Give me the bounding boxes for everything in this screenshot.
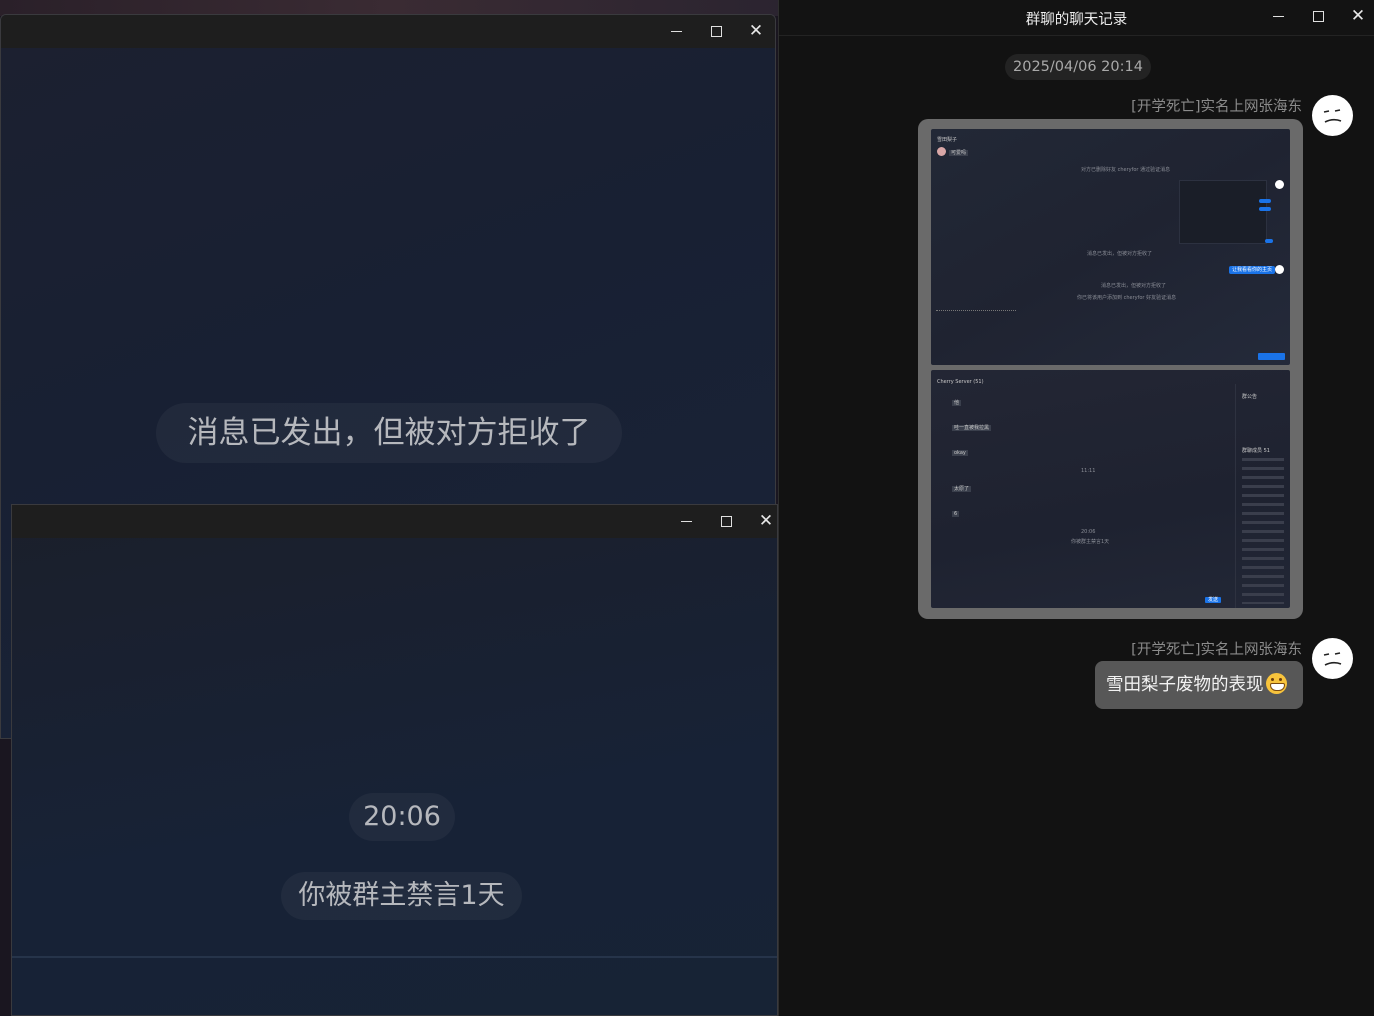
meh-face-icon — [1323, 652, 1342, 666]
thumb-send-button — [1258, 353, 1285, 360]
thumb-outgoing-bubble: 让我看看你的主页 — [1229, 266, 1276, 274]
mute-notice: 你被群主禁言1天 — [281, 872, 522, 920]
minimize-button[interactable] — [656, 15, 696, 48]
image-message[interactable]: 雪田梨子 可爱吗 对方已删除好友 cheryfor 通过验证消息 消息已发出，但… — [918, 119, 1303, 619]
thumb-notice: 你已将该用户添加到 cheryfor 好友验证消息 — [1077, 295, 1177, 301]
thumb-bubble — [1259, 199, 1271, 203]
minimize-icon — [1272, 16, 1284, 17]
close-icon: ✕ — [1350, 6, 1366, 26]
time-divider: 20:06 — [349, 793, 455, 841]
thumb-bubble — [1259, 207, 1271, 211]
maximize-button[interactable] — [706, 505, 746, 538]
thumb-message: 6 — [952, 511, 960, 517]
maximize-icon — [710, 26, 722, 37]
thumb-message: 可爱吗 — [949, 150, 969, 156]
message-text: 雪田梨子废物的表现 — [1106, 675, 1264, 695]
thumb-toolbar — [936, 310, 1016, 316]
title-bar[interactable]: 群聊的聊天记录 ✕ — [779, 0, 1374, 36]
close-button[interactable]: ✕ — [1338, 0, 1374, 33]
timestamp-badge: 2025/04/06 20:14 — [1005, 54, 1151, 80]
thumb-server-title: Cherry Server (51) — [937, 379, 984, 385]
thumb-nested-window — [1179, 180, 1267, 244]
grinning-face-icon — [1265, 673, 1287, 694]
maximize-button[interactable] — [1298, 0, 1338, 33]
avatar — [937, 147, 946, 156]
title-bar[interactable]: ✕ — [1, 15, 775, 48]
close-button[interactable]: ✕ — [746, 505, 777, 538]
thumb-sidebar-divider — [1235, 384, 1236, 608]
close-icon: ✕ — [758, 511, 774, 531]
close-icon: ✕ — [748, 21, 764, 41]
text-message[interactable]: 雪田梨子废物的表现 — [1095, 661, 1303, 709]
minimize-icon — [670, 31, 682, 32]
close-button[interactable]: ✕ — [736, 15, 775, 48]
title-bar[interactable]: ✕ — [12, 505, 777, 538]
maximize-icon — [1312, 11, 1324, 22]
thumb-notice: 消息已发出，但被对方拒收了 — [1101, 283, 1167, 289]
thumb-members-heading: 群聊成员 51 — [1242, 448, 1270, 454]
maximize-icon — [720, 516, 732, 527]
thumb-notice: 对方已删除好友 cheryfor 通过验证消息 — [1081, 167, 1171, 173]
chat-window-front: ✕ 20:06 你被群主禁言1天 — [11, 504, 778, 1016]
thumb-message: okay — [952, 450, 968, 456]
input-divider — [12, 956, 777, 958]
thumb-notice: 你被群主禁言1天 — [1071, 539, 1110, 545]
thumb-sidebar-heading: 群公告 — [1242, 394, 1258, 400]
avatar[interactable] — [1312, 95, 1353, 136]
thumb-message: 他 — [952, 400, 962, 406]
meh-face-icon — [1323, 109, 1342, 123]
minimize-icon — [680, 521, 692, 522]
avatar[interactable] — [1312, 638, 1353, 679]
thumb-bubble — [1265, 239, 1273, 243]
screenshot-thumbnail[interactable]: 雪田梨子 可爱吗 对方已删除好友 cheryfor 通过验证消息 消息已发出，但… — [931, 129, 1290, 365]
thumb-message: 太原了 — [952, 486, 972, 492]
rejected-notice: 消息已发出，但被对方拒收了 — [156, 403, 622, 463]
thumb-chat-title: 雪田梨子 — [937, 137, 958, 143]
sender-name: [开学死亡]实名上网张海东 — [1131, 642, 1302, 658]
thumb-send-button: 发送 — [1205, 597, 1222, 603]
maximize-button[interactable] — [696, 15, 736, 48]
thumb-message: 哇一直被我拉黑 — [952, 425, 992, 431]
sender-name: [开学死亡]实名上网张海东 — [1131, 99, 1302, 115]
thumb-notice: 消息已发出，但被对方拒收了 — [1087, 251, 1153, 257]
screenshot-thumbnail[interactable]: Cherry Server (51) 他 哇一直被我拉黑 okay 11:11 … — [931, 370, 1290, 608]
minimize-button[interactable] — [1258, 0, 1298, 33]
minimize-button[interactable] — [666, 505, 706, 538]
chat-history-window: 群聊的聊天记录 ✕ 2025/04/06 20:14 [开学死亡]实名上网张海东… — [778, 0, 1374, 1016]
thumb-member-list — [1242, 458, 1284, 604]
thumb-time: 20:06 — [1081, 529, 1096, 535]
avatar — [1275, 265, 1284, 274]
thumb-time: 11:11 — [1081, 468, 1096, 474]
avatar — [1275, 180, 1284, 189]
